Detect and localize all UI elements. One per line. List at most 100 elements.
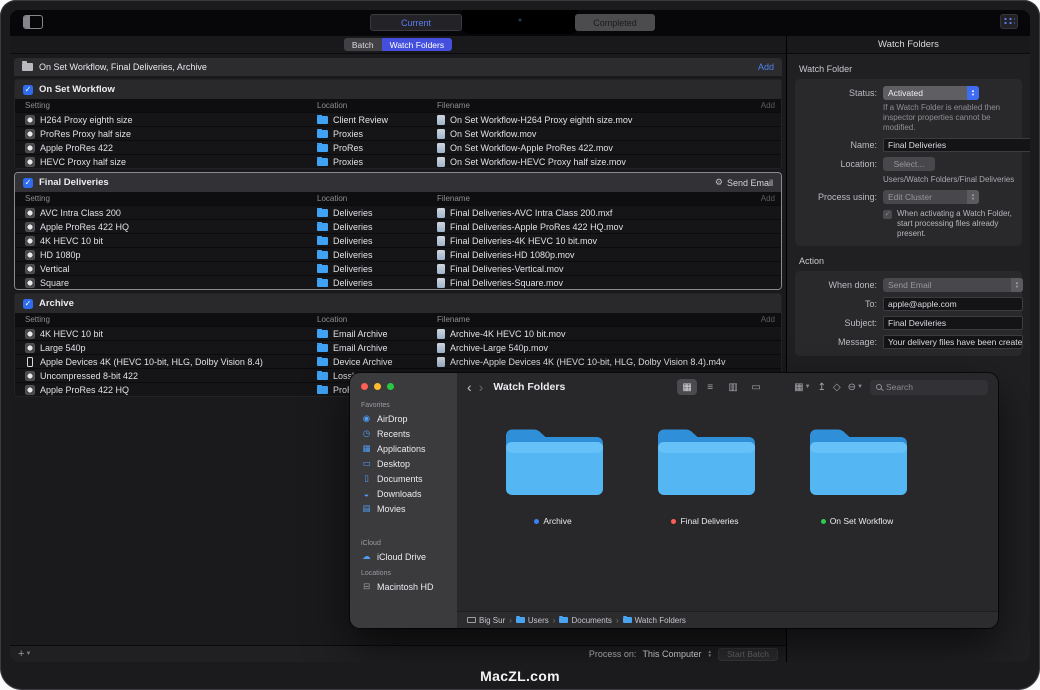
sidebar-item-documents[interactable]: ▯Documents xyxy=(350,471,457,486)
job-add-button[interactable]: Add xyxy=(758,62,774,72)
sidebar-item-applications[interactable]: ▦Applications xyxy=(350,441,457,456)
process-on-stepper-icon[interactable]: ▲▼ xyxy=(707,650,711,658)
mxf-setting-icon xyxy=(25,208,35,218)
camera-notch xyxy=(462,10,578,34)
tab-batch[interactable]: Batch xyxy=(344,38,382,51)
compressor-setting-icon xyxy=(25,264,35,274)
section-header[interactable]: ✓Archive xyxy=(15,294,781,313)
name-field[interactable]: Final Deliveries xyxy=(883,138,1030,152)
checkbox-checked-icon[interactable]: ✓ xyxy=(23,178,33,188)
message-field[interactable]: Your delivery files have been created xyxy=(883,335,1023,349)
path-crumb[interactable]: Big Sur xyxy=(467,616,505,625)
gallery-view-icon[interactable]: ▭ xyxy=(746,379,766,395)
search-input[interactable]: Search xyxy=(870,380,988,395)
tab-watch-folders[interactable]: Watch Folders xyxy=(382,38,452,51)
filename-text: Final Deliveries-4K HEVC 10 bit.mov xyxy=(450,236,597,246)
finder-window[interactable]: Favorites ◉AirDrop◷Recents▦Applications▭… xyxy=(350,373,998,628)
sidebar-item-label: Macintosh HD xyxy=(377,582,434,592)
back-icon[interactable]: ‹ xyxy=(467,380,472,394)
tab-current[interactable]: Current xyxy=(370,14,462,31)
subject-field[interactable]: Final Devileries xyxy=(883,316,1023,330)
filename-text: On Set Workflow.mov xyxy=(450,129,536,139)
more-actions-icon[interactable]: ⊖▼ xyxy=(848,382,863,393)
finder-folder-on-set-workflow[interactable]: On Set Workflow xyxy=(781,421,933,526)
close-window-icon[interactable] xyxy=(361,383,368,390)
sidebar-item-airdrop[interactable]: ◉AirDrop xyxy=(350,411,457,426)
process-using-popup[interactable]: Edit Cluster ▲▼ xyxy=(883,190,979,204)
finder-folder-archive[interactable]: Archive xyxy=(477,421,629,526)
column-view-icon[interactable]: ▥ xyxy=(723,379,743,395)
setting-name: HEVC Proxy half size xyxy=(40,157,126,167)
when-done-popup[interactable]: Send Email ▲▼ xyxy=(883,278,1023,292)
setting-row[interactable]: AVC Intra Class 200DeliveriesFinal Deliv… xyxy=(15,205,781,219)
tab-completed[interactable]: Completed xyxy=(575,14,655,31)
sidebar-item-recents[interactable]: ◷Recents xyxy=(350,426,457,441)
setting-row[interactable]: HD 1080pDeliveriesFinal Deliveries-HD 10… xyxy=(15,247,781,261)
filename-cell: On Set Workflow-HEVC Proxy half size.mov xyxy=(437,157,749,167)
setting-cell: Apple Devices 4K (HEVC 10-bit, HLG, Dolb… xyxy=(25,357,317,367)
setting-row[interactable]: SquareDeliveriesFinal Deliveries-Square.… xyxy=(15,275,781,289)
location-select-button[interactable]: Select... xyxy=(883,157,935,171)
setting-row[interactable]: VerticalDeliveriesFinal Deliveries-Verti… xyxy=(15,261,781,275)
sidebar-item-downloads[interactable]: ◒Downloads xyxy=(350,486,457,501)
start-batch-button[interactable]: Start Batch xyxy=(718,648,778,661)
path-crumb[interactable]: Watch Folders xyxy=(623,616,686,625)
finder-sidebar: Favorites ◉AirDrop◷Recents▦Applications▭… xyxy=(350,373,457,628)
setting-row[interactable]: Apple ProRes 422ProResOn Set Workflow-Ap… xyxy=(15,140,781,154)
path-crumb[interactable]: Users xyxy=(516,616,549,625)
setting-name: 4K HEVC 10 bit xyxy=(40,236,103,246)
zoom-window-icon[interactable] xyxy=(387,383,394,390)
location-label: Location: xyxy=(801,159,877,169)
section-header[interactable]: ✓Final Deliveries⚙Send Email xyxy=(15,173,781,192)
setting-row[interactable]: ProRes Proxy half sizeProxiesOn Set Work… xyxy=(15,126,781,140)
movie-file-icon xyxy=(437,236,445,246)
group-by-icon[interactable]: ▦▼ xyxy=(794,382,810,393)
column-header-setting: Setting xyxy=(25,101,317,110)
process-on-value[interactable]: This Computer xyxy=(642,649,701,659)
table-header: SettingLocationFilenameAdd xyxy=(15,192,781,205)
to-field[interactable]: apple@apple.com xyxy=(883,297,1023,311)
finder-folder-final-deliveries[interactable]: Final Deliveries xyxy=(629,421,781,526)
tag-icon[interactable]: ◇ xyxy=(833,382,841,393)
filename-cell: Final Deliveries-Vertical.mov xyxy=(437,264,749,274)
sidebar-item-label: Movies xyxy=(377,504,406,514)
start-processing-checkbox[interactable]: ✓ xyxy=(883,210,892,219)
checkbox-checked-icon[interactable]: ✓ xyxy=(23,85,33,95)
sidebar-item-desktop[interactable]: ▭Desktop xyxy=(350,456,457,471)
movie-file-icon xyxy=(437,115,445,125)
minimize-window-icon[interactable] xyxy=(374,383,381,390)
setting-row[interactable]: 4K HEVC 10 bitEmail ArchiveArchive-4K HE… xyxy=(15,326,781,340)
send-email-action[interactable]: ⚙Send Email xyxy=(715,177,773,188)
job-header[interactable]: On Set Workflow, Final Deliveries, Archi… xyxy=(14,58,782,76)
checkbox-checked-icon[interactable]: ✓ xyxy=(23,299,33,309)
location-name: Device Archive xyxy=(333,357,393,367)
setting-row[interactable]: 4K HEVC 10 bit Deliveries Final Deliveries… xyxy=(15,233,781,247)
sidebar-item-macintosh-hd[interactable]: ⊟Macintosh HD xyxy=(350,579,457,594)
sidebar-item-icloud-drive[interactable]: ☁iCloud Drive xyxy=(350,549,457,564)
path-crumb[interactable]: Documents xyxy=(559,616,611,625)
setting-row[interactable]: Large 540pEmail ArchiveArchive-Large 540… xyxy=(15,340,781,354)
column-header-add: Add xyxy=(749,194,775,203)
setting-row[interactable]: Apple Devices 4K (HEVC 10-bit, HLG, Dolb… xyxy=(15,354,781,368)
download-icon: ◒ xyxy=(361,489,372,499)
section-header[interactable]: ✓On Set Workflow xyxy=(15,80,781,99)
filename-cell: On Set Workflow-H264 Proxy eighth size.m… xyxy=(437,115,749,125)
filename-cell: Final Deliveries-4K HEVC 10 bit.mov xyxy=(437,236,749,246)
list-view-icon[interactable]: ≡ xyxy=(700,379,720,395)
icon-view-icon[interactable]: ▦ xyxy=(677,379,697,395)
finder-main: ‹ › Watch Folders ▦ ≡ ▥ ▭ ▦▼ ↥ ◇ ⊖▼ xyxy=(457,373,998,628)
setting-row[interactable]: H264 Proxy eighth sizeClient ReviewOn Se… xyxy=(15,112,781,126)
filename-text: Final Deliveries-HD 1080p.mov xyxy=(450,250,575,260)
inspector-toggle-icon[interactable] xyxy=(1000,14,1018,29)
sidebar-toggle-icon[interactable] xyxy=(23,15,43,29)
forward-icon[interactable]: › xyxy=(479,380,484,394)
inspector-title: Watch Folders xyxy=(787,36,1030,54)
setting-cell: 4K HEVC 10 bit xyxy=(25,329,317,339)
location-name: Deliveries xyxy=(333,236,373,246)
setting-row[interactable]: Apple ProRes 422 HQDeliveriesFinal Deliv… xyxy=(15,219,781,233)
status-popup[interactable]: Activated ▲▼ xyxy=(883,86,979,100)
add-job-button[interactable]: +▼ xyxy=(18,648,31,660)
share-icon[interactable]: ↥ xyxy=(818,382,826,393)
setting-row[interactable]: HEVC Proxy half sizeProxiesOn Set Workfl… xyxy=(15,154,781,168)
sidebar-item-movies[interactable]: ▤Movies xyxy=(350,501,457,516)
